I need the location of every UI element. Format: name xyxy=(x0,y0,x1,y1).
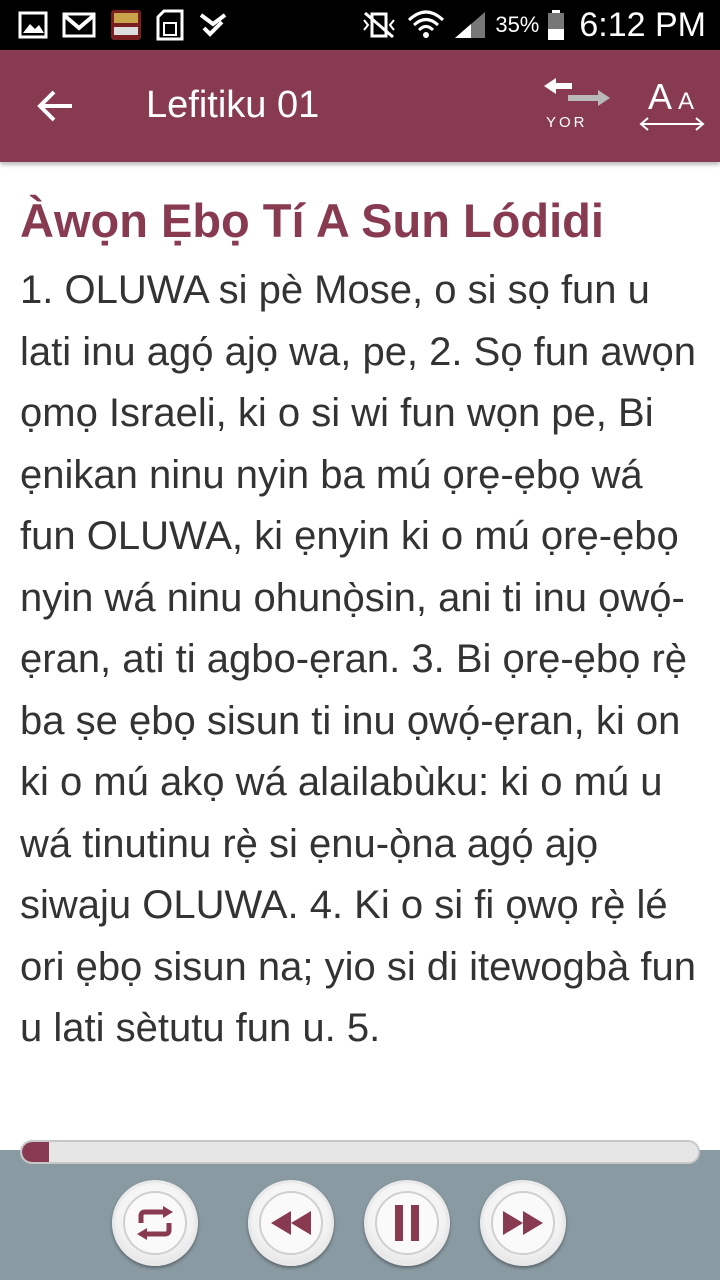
rewind-button[interactable] xyxy=(248,1180,334,1266)
page-title: Lefitiku 01 xyxy=(146,84,320,126)
back-button[interactable] xyxy=(26,78,86,134)
swap-arrows-icon xyxy=(544,78,610,106)
arrow-left-icon xyxy=(37,90,72,122)
yoruba-bible-app-icon xyxy=(110,9,142,41)
font-size-button[interactable]: A A xyxy=(636,76,708,140)
resize-arrow-icon xyxy=(639,117,705,131)
pause-icon xyxy=(395,1205,419,1241)
font-size-big-label: A xyxy=(648,76,673,117)
signal-icon xyxy=(453,10,487,40)
clock: 6:12 PM xyxy=(579,5,706,44)
chapter-heading: Àwọn Ẹbọ Tí A Sun Lódidi xyxy=(20,194,604,247)
audio-progress-bar[interactable] xyxy=(20,1140,700,1164)
font-size-small-label: A xyxy=(678,88,695,115)
gmail-icon xyxy=(62,12,96,38)
app-bar: Lefitiku 01 YOR A A xyxy=(0,50,720,162)
audio-progress-fill xyxy=(22,1142,50,1162)
vibrate-silent-icon xyxy=(359,10,399,40)
battery-icon xyxy=(547,9,565,41)
chapter-content[interactable]: Àwọn Ẹbọ Tí A Sun Lódidi 1. OLUWA si pè … xyxy=(20,162,700,1110)
fast-forward-button[interactable] xyxy=(480,1180,566,1266)
pause-button[interactable] xyxy=(364,1180,450,1266)
language-switch-button[interactable]: YOR xyxy=(538,76,614,140)
wifi-icon xyxy=(407,8,445,42)
repeat-icon xyxy=(137,1206,173,1240)
language-label: YOR xyxy=(546,114,588,131)
battery-percent: 35% xyxy=(495,12,540,37)
rewind-icon xyxy=(271,1211,311,1235)
status-bar: 35% 6:12 PM xyxy=(0,0,720,50)
download-done-icon xyxy=(198,10,228,40)
audio-player xyxy=(0,1150,720,1280)
gallery-icon xyxy=(18,11,48,39)
verse-text: 1. OLUWA si pè Mose, o si sọ fun u lati … xyxy=(20,268,697,1050)
repeat-button[interactable] xyxy=(112,1180,198,1266)
sd-card-icon xyxy=(156,9,184,41)
fast-forward-icon xyxy=(503,1211,543,1235)
